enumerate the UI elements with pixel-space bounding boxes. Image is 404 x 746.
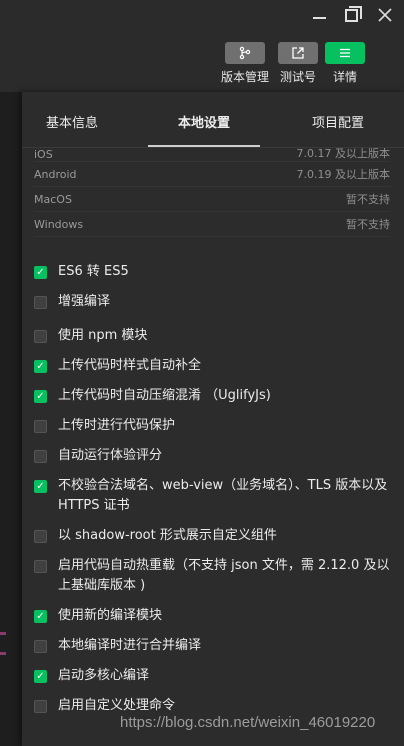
system-version: 暂不支持	[346, 193, 390, 206]
tab-basic-info[interactable]: 基本信息	[46, 112, 98, 131]
tab-local-settings[interactable]: 本地设置	[178, 112, 230, 131]
checkbox[interactable]	[34, 450, 47, 463]
option-label: ES6 转 ES5	[58, 264, 129, 279]
system-os: iOS	[34, 148, 53, 161]
option-style-autocomplete[interactable]: ✓ 上传代码时样式自动补全	[34, 356, 394, 376]
system-support-table: iOS 7.0.17 及以上版本 Android 7.0.19 及以上版本 Ma…	[34, 148, 390, 237]
version-control-label: 版本管理	[220, 70, 269, 84]
option-enhanced-compile[interactable]: 增强编译	[34, 292, 394, 312]
system-os: Android	[34, 167, 77, 181]
option-label: 本地编译时进行合并编译	[58, 638, 202, 653]
checkbox[interactable]: ✓	[34, 480, 47, 493]
system-row: iOS 7.0.17 及以上版本	[34, 148, 390, 162]
checkbox[interactable]	[34, 330, 47, 343]
editor-background	[0, 92, 22, 746]
system-version: 7.0.19 及以上版本	[296, 168, 390, 181]
option-minify-uglify[interactable]: ✓ 上传代码时自动压缩混淆 （UglifyJs)	[34, 386, 394, 406]
branch-icon	[225, 42, 265, 64]
checkbox[interactable]	[34, 640, 47, 653]
option-code-protection[interactable]: 上传时进行代码保护	[34, 416, 394, 436]
option-label: 不校验合法域名、web-view（业务域名）、TLS 版本以及 HTTPS 证书	[58, 478, 388, 513]
system-row: Windows 暂不支持	[34, 212, 390, 237]
option-label: 上传代码时自动压缩混淆 （UglifyJs)	[58, 388, 271, 403]
minimize-icon	[312, 17, 326, 19]
external-link-icon	[278, 42, 318, 64]
option-label: 启用自定义处理命令	[58, 698, 176, 713]
option-npm-modules[interactable]: 使用 npm 模块	[34, 326, 394, 346]
active-tab-indicator	[148, 145, 260, 147]
checkbox[interactable]	[34, 420, 47, 433]
test-account-button[interactable]: 测试号	[273, 42, 323, 85]
tab-bar: 基本信息 本地设置 项目配置	[22, 92, 404, 148]
checkbox[interactable]	[34, 530, 47, 543]
maximize-button[interactable]	[338, 4, 364, 26]
test-account-label: 测试号	[279, 70, 316, 84]
option-merge-compile[interactable]: 本地编译时进行合并编译	[34, 636, 394, 656]
window-titlebar	[0, 0, 404, 32]
option-custom-commands[interactable]: 启用自定义处理命令	[34, 696, 394, 716]
editor-marker	[0, 632, 6, 635]
tab-project-config[interactable]: 项目配置	[312, 112, 364, 131]
checkbox[interactable]	[34, 700, 47, 713]
option-label: 上传代码时样式自动补全	[58, 358, 202, 373]
option-multicore-compile[interactable]: ✓ 启动多核心编译	[34, 666, 394, 686]
system-version: 7.0.17 及以上版本	[296, 148, 390, 160]
checkbox[interactable]: ✓	[34, 390, 47, 403]
option-shadow-root[interactable]: 以 shadow-root 形式展示自定义组件	[34, 526, 394, 546]
version-control-button[interactable]: 版本管理	[220, 42, 270, 85]
option-label: 以 shadow-root 形式展示自定义组件	[58, 528, 277, 543]
option-label: 启用代码自动热重载（不支持 json 文件，需 2.12.0 及以上基础库版本 …	[58, 558, 390, 593]
checkbox[interactable]: ✓	[34, 266, 47, 279]
checkbox[interactable]	[34, 296, 47, 309]
option-es6-to-es5[interactable]: ✓ ES6 转 ES5	[34, 262, 394, 282]
maximize-icon	[344, 5, 362, 22]
option-label: 使用 npm 模块	[58, 328, 148, 343]
menu-icon	[325, 42, 365, 64]
option-label: 增强编译	[58, 294, 111, 309]
option-label: 启动多核心编译	[58, 668, 150, 683]
checkbox[interactable]: ✓	[34, 670, 47, 683]
option-new-compiler[interactable]: ✓ 使用新的编译模块	[34, 606, 394, 626]
details-panel: 基本信息 本地设置 项目配置 iOS 7.0.17 及以上版本 Android …	[22, 92, 404, 746]
checkbox[interactable]	[34, 560, 47, 573]
checkbox[interactable]: ✓	[34, 360, 47, 373]
option-skip-domain-check[interactable]: ✓ 不校验合法域名、web-view（业务域名）、TLS 版本以及 HTTPS 证…	[34, 476, 394, 516]
system-row: Android 7.0.19 及以上版本	[34, 162, 390, 187]
details-label: 详情	[332, 70, 357, 84]
close-button[interactable]	[372, 4, 398, 26]
option-auto-audit[interactable]: 自动运行体验评分	[34, 446, 394, 466]
watermark-url: https://blog.csdn.net/weixin_46019220	[120, 714, 376, 731]
option-label: 使用新的编译模块	[58, 608, 163, 623]
editor-marker	[0, 652, 6, 655]
close-icon	[378, 8, 392, 22]
option-label: 上传时进行代码保护	[58, 418, 176, 433]
option-hot-reload[interactable]: 启用代码自动热重载（不支持 json 文件，需 2.12.0 及以上基础库版本 …	[34, 556, 394, 596]
toolbar: 版本管理 测试号 详情	[0, 32, 404, 92]
checkbox[interactable]: ✓	[34, 610, 47, 623]
system-version: 暂不支持	[346, 218, 390, 231]
details-button[interactable]: 详情	[320, 42, 370, 85]
system-os: MacOS	[34, 192, 72, 206]
minimize-button[interactable]	[306, 4, 332, 26]
option-label: 自动运行体验评分	[58, 448, 163, 463]
system-os: Windows	[34, 217, 84, 231]
system-row: MacOS 暂不支持	[34, 187, 390, 212]
